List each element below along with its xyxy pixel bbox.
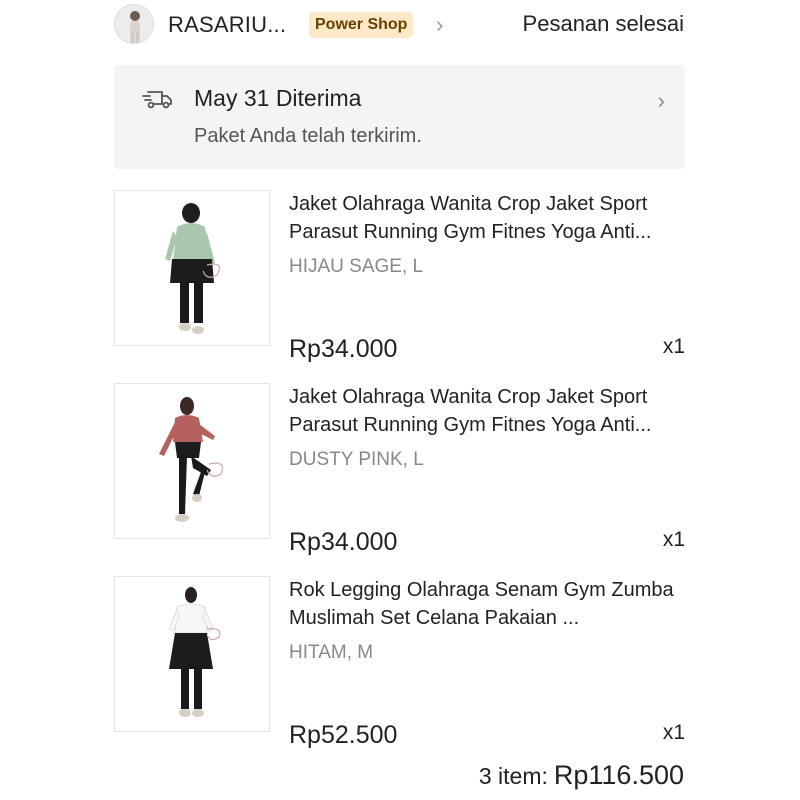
product-price: Rp34.000 [289, 335, 398, 363]
item-count: 3 item: [478, 763, 548, 789]
product-quantity: x1 [662, 721, 685, 744]
product-price: Rp52.500 [289, 721, 398, 749]
product-variant: HITAM, M [289, 642, 374, 663]
product-name: Jaket Olahraga Wanita Crop Jaket Sport P… [289, 193, 652, 243]
total-amount: Rp116.500 [553, 760, 684, 790]
product-variant: HIJAU SAGE, L [289, 256, 424, 277]
delivery-truck-icon [142, 91, 172, 109]
power-shop-badge: Power Shop [309, 12, 414, 38]
delivery-date: May 31 Diterima [194, 85, 362, 111]
order-header: RASARIU... Power Shop › Pesanan selesai [0, 0, 800, 52]
product-quantity: x1 [662, 335, 685, 358]
chevron-right-icon[interactable]: › [436, 12, 443, 38]
product-variant: DUSTY PINK, L [289, 449, 424, 470]
shop-avatar[interactable] [114, 4, 154, 44]
product-image [168, 587, 221, 717]
product-image [159, 397, 224, 522]
product-name: Rok Legging Olahraga Senam Gym Zumba Mus… [289, 579, 674, 629]
order-item[interactable]: Rok Legging Olahraga Senam Gym Zumba Mus… [114, 576, 685, 756]
order-total: 3 item: Rp116.500 [479, 760, 684, 791]
product-thumbnail[interactable] [114, 383, 270, 539]
order-item[interactable]: Jaket Olahraga Wanita Crop Jaket Sport P… [114, 383, 685, 563]
shop-name[interactable]: RASARIU... [168, 12, 286, 38]
delivery-status-card[interactable]: May 31 Diterima Paket Anda telah terkiri… [114, 65, 685, 169]
chevron-right-icon[interactable]: › [658, 88, 665, 114]
product-name: Jaket Olahraga Wanita Crop Jaket Sport P… [289, 386, 652, 436]
product-image [165, 203, 220, 334]
product-thumbnail[interactable] [114, 576, 270, 732]
shop-avatar-image [115, 5, 153, 43]
order-item[interactable]: Jaket Olahraga Wanita Crop Jaket Sport P… [114, 190, 685, 370]
delivery-message: Paket Anda telah terkirim. [194, 125, 422, 147]
product-thumbnail[interactable] [114, 190, 270, 346]
order-status: Pesanan selesai [522, 11, 684, 36]
product-quantity: x1 [662, 528, 685, 551]
product-price: Rp34.000 [289, 528, 398, 556]
